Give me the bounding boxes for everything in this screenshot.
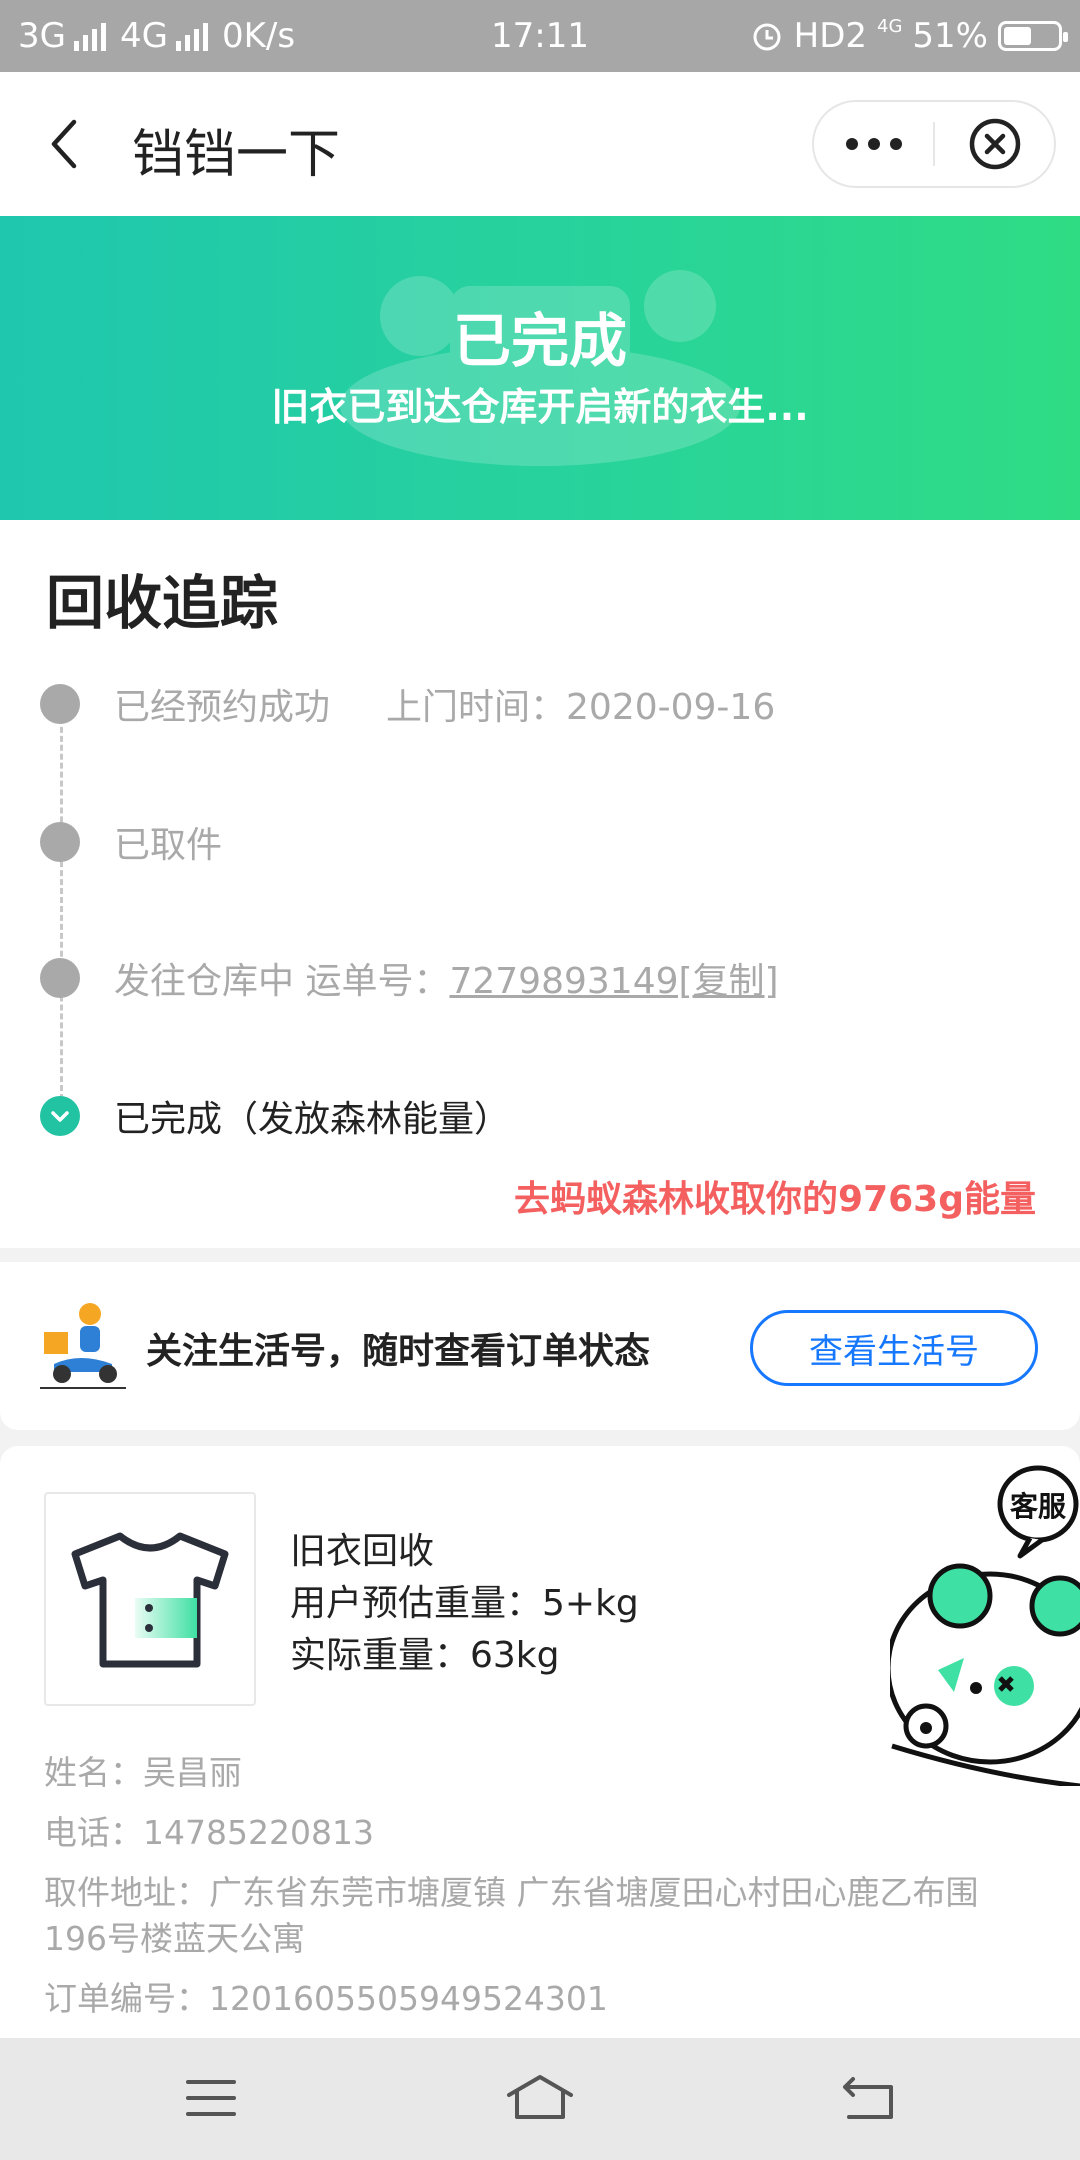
status-banner: 已完成 旧衣已到达仓库开启新的衣生... <box>0 216 1080 520</box>
step-dot <box>40 822 80 862</box>
close-button[interactable] <box>935 102 1054 186</box>
order-card: 旧衣回收 用户预估重量：5+kg 实际重量：63kg 姓名：吴昌丽 电话：147… <box>0 1446 1080 2038</box>
banner-title: 已完成 <box>452 307 627 375</box>
more-dots-icon <box>867 138 880 150</box>
order-number: 订单编号：1201605505949524301 <box>44 1979 608 2018</box>
alarm-icon <box>753 23 781 51</box>
customer-service-mascot-icon: 客服 <box>885 1465 1080 1789</box>
status-right: HD2 4G 51% <box>750 16 1068 56</box>
app-header: 铛铛一下 <box>0 72 1080 216</box>
pickup-address: 取件地址：广东省东莞市塘厦镇 广东省塘厦田心村田心鹿乙布围196号楼蓝天公寓 <box>44 1873 979 1958</box>
home-button[interactable] <box>495 2068 585 2128</box>
more-dots-icon <box>845 138 858 150</box>
timeline-step-completed: 已完成（发放森林能量） <box>40 1086 510 1146</box>
close-circle-icon <box>969 118 1020 170</box>
back-arrow-icon[interactable] <box>40 116 96 172</box>
customer-phone: 电话：14785220813 <box>44 1813 374 1852</box>
step-text: 已完成（发放森林能量） <box>114 1099 511 1140</box>
back-button[interactable] <box>824 2068 914 2128</box>
system-nav-bar <box>0 2038 1080 2160</box>
tracking-section: 回收追踪 已经预约成功 上门时间：2020-09-16 已取件 发往仓库中 运单… <box>0 520 1080 1248</box>
battery-percent: 51% <box>912 16 988 56</box>
step-text: 已经预约成功 <box>114 687 331 728</box>
delivery-rider-icon <box>40 1303 126 1389</box>
menu-button[interactable] <box>166 2068 256 2128</box>
tracking-title: 回收追踪 <box>46 569 279 637</box>
timeline-line <box>60 700 63 1100</box>
timeline-step-booked: 已经预约成功 上门时间：2020-09-16 <box>40 674 775 734</box>
step-check-icon <box>40 1096 80 1136</box>
return-icon <box>843 2077 893 2119</box>
more-button[interactable] <box>814 102 933 186</box>
customer-service-button[interactable]: 客服 <box>885 1456 1080 1790</box>
customer-service-label: 客服 <box>1010 1490 1067 1523</box>
hd-label: HD2 <box>793 16 868 56</box>
product-info: 旧衣回收 用户预估重量：5+kg 实际重量：63kg <box>290 1526 639 1682</box>
step-text: 发往仓库中 运单号： <box>114 961 450 1002</box>
more-dots-icon <box>889 138 902 150</box>
mini-program-capsule <box>812 100 1056 188</box>
banner-subtitle: 旧衣已到达仓库开启新的衣生... <box>271 385 809 429</box>
step-text: 已取件 <box>114 825 223 866</box>
follow-account-card: 关注生活号，随时查看订单状态 查看生活号 <box>0 1262 1080 1430</box>
follow-prompt-text: 关注生活号，随时查看订单状态 <box>146 1331 651 1372</box>
menu-icon <box>186 2080 236 2116</box>
view-account-button[interactable]: 查看生活号 <box>750 1310 1038 1386</box>
timeline-step-shipping: 发往仓库中 运单号： 7279893149[复制] <box>40 948 779 1008</box>
check-icon <box>51 1111 69 1122</box>
step-dot <box>40 684 80 724</box>
page-title: 铛铛一下 <box>132 125 341 185</box>
customer-name: 姓名：吴昌丽 <box>44 1753 242 1792</box>
waybill-copy-link[interactable]: 7279893149[复制] <box>449 952 778 1004</box>
network-4g-small: 4G <box>877 16 903 37</box>
step-pickup-time: 上门时间：2020-09-16 <box>386 687 776 728</box>
actual-weight: 实际重量：63kg <box>290 1635 560 1676</box>
timeline-step-picked: 已取件 <box>40 812 222 872</box>
estimated-weight: 用户预估重量：5+kg <box>290 1583 639 1624</box>
product-thumbnail <box>44 1492 256 1706</box>
status-bar: 3G 4G 0K/s 17:11 HD2 4G 51% <box>0 0 1080 72</box>
tshirt-icon <box>71 1532 229 1668</box>
battery-icon <box>998 21 1068 51</box>
home-icon <box>507 2075 573 2119</box>
product-name: 旧衣回收 <box>290 1531 435 1572</box>
forest-energy-link[interactable]: 去蚂蚁森林收取你的9763g能量 <box>514 1170 1036 1222</box>
step-dot <box>40 958 80 998</box>
